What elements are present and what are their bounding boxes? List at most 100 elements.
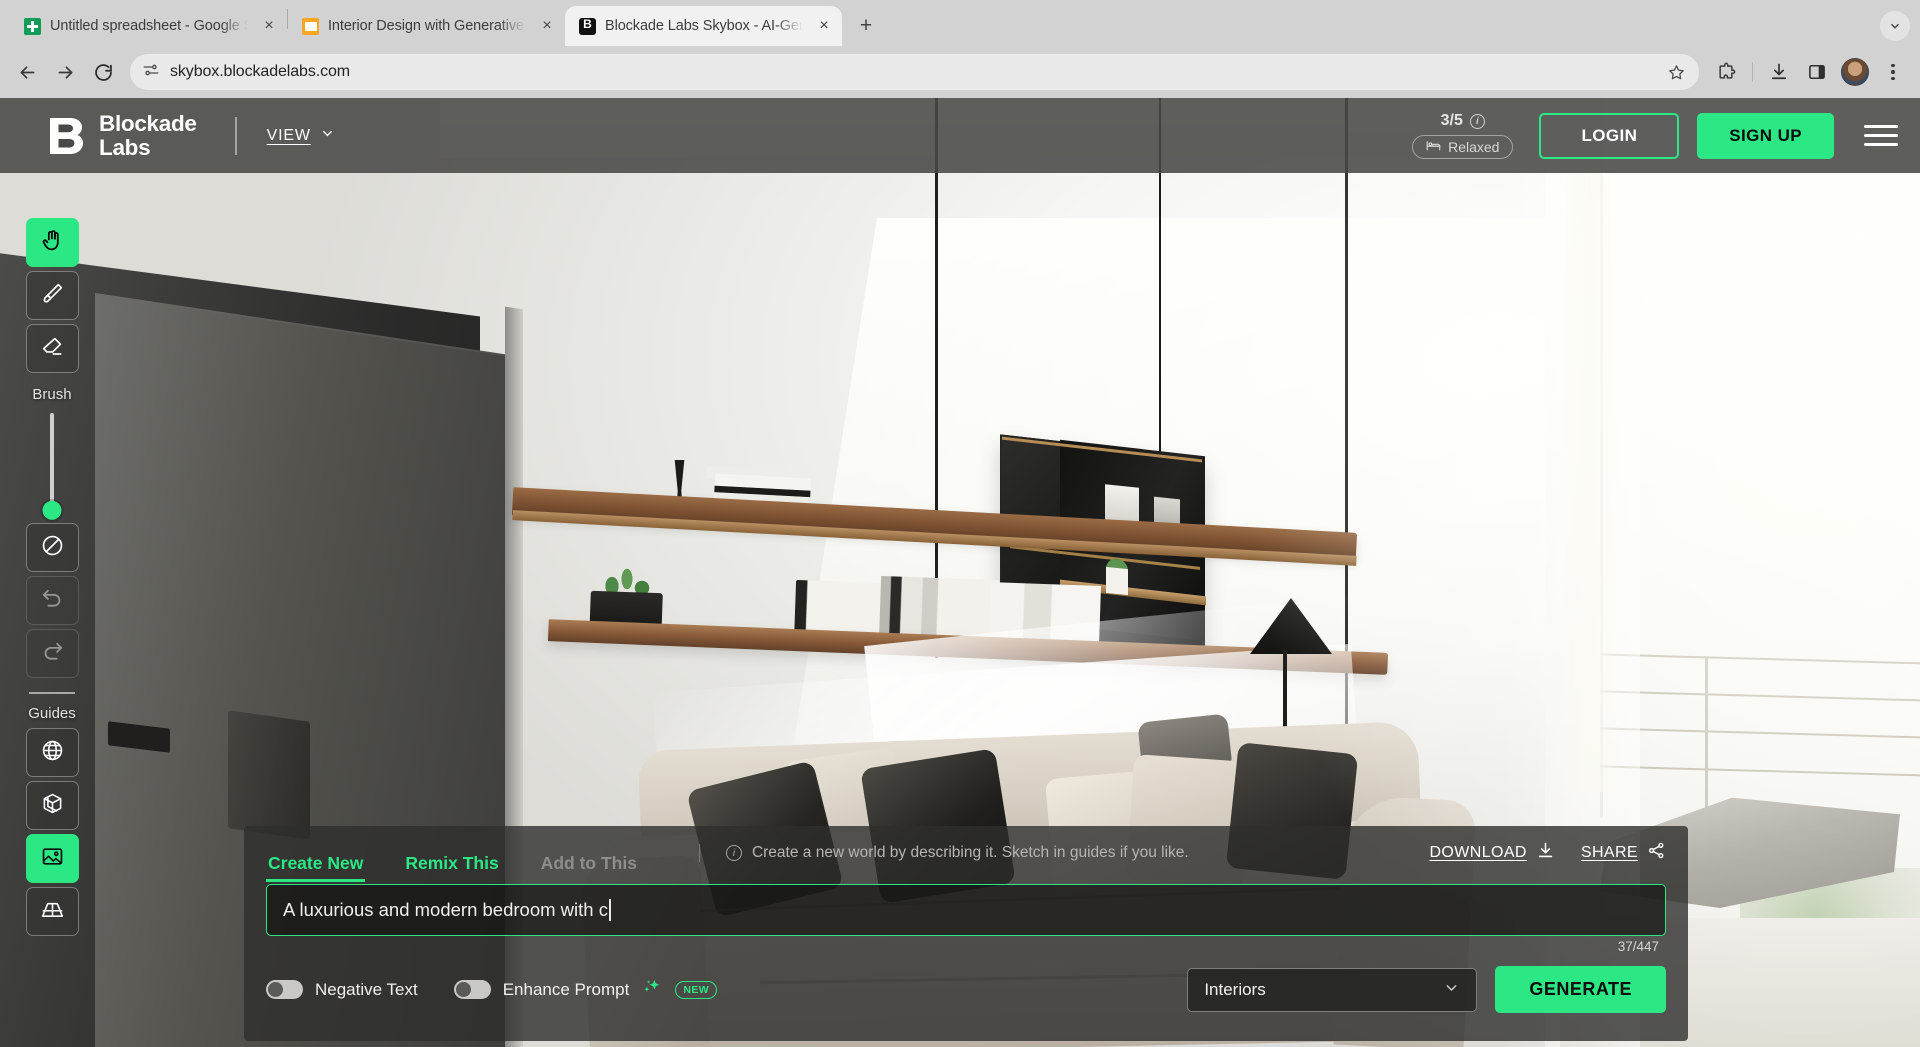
prompt-mode-tabs: Create New Remix This Add to This i Crea… bbox=[266, 826, 1666, 884]
tab-title: Interior Design with Generative AI bbox=[328, 18, 526, 34]
close-icon[interactable]: × bbox=[535, 14, 559, 38]
toggle-switch[interactable] bbox=[266, 980, 303, 999]
downloads-icon[interactable] bbox=[1762, 55, 1796, 89]
guide-cube[interactable] bbox=[26, 781, 79, 830]
view-menu-label: VIEW bbox=[267, 127, 311, 145]
guide-horizon[interactable] bbox=[26, 887, 79, 936]
brand-logo[interactable]: Blockade Labs bbox=[48, 112, 197, 159]
undo-button[interactable] bbox=[26, 576, 79, 625]
chevron-down-icon[interactable] bbox=[1880, 11, 1910, 41]
url-text[interactable]: skybox.blockadelabs.com bbox=[170, 63, 1651, 81]
site-settings-icon[interactable] bbox=[142, 61, 160, 84]
hamburger-menu-icon[interactable] bbox=[1864, 125, 1898, 146]
browser-tab-3[interactable]: Blockade Labs Skybox - AI-Generated 360 … bbox=[565, 6, 842, 46]
profile-avatar[interactable] bbox=[1841, 58, 1869, 86]
eraser-tool[interactable] bbox=[26, 324, 79, 373]
negative-text-toggle[interactable]: Negative Text bbox=[266, 980, 418, 1000]
text-caret bbox=[609, 899, 611, 921]
back-button[interactable] bbox=[10, 55, 44, 89]
slider-handle[interactable] bbox=[43, 501, 62, 520]
tool-rail: Brush Guides bbox=[24, 218, 80, 940]
brush-tool[interactable] bbox=[26, 271, 79, 320]
guide-image[interactable] bbox=[26, 834, 79, 883]
prompt-options-row: Negative Text Enhance Prompt NEW bbox=[266, 966, 1666, 1013]
app-header: Blockade Labs VIEW 3/5 i bbox=[0, 98, 1920, 173]
toolbar-divider bbox=[1752, 62, 1753, 82]
browser-tab-2[interactable]: Interior Design with Generative AI × bbox=[288, 6, 565, 46]
style-select[interactable]: Interiors bbox=[1187, 968, 1477, 1012]
guides-label: Guides bbox=[28, 705, 76, 722]
prompt-hint-text: Create a new world by describing it. Ske… bbox=[752, 844, 1189, 862]
character-counter: 37/447 bbox=[1618, 939, 1659, 954]
pan-hand-tool[interactable] bbox=[26, 218, 79, 267]
blockade-labs-logo-icon bbox=[48, 116, 86, 156]
generate-button[interactable]: GENERATE bbox=[1495, 966, 1666, 1013]
credits-value: 3/5 bbox=[1441, 112, 1463, 130]
star-icon[interactable] bbox=[1661, 57, 1691, 87]
info-icon[interactable]: i bbox=[1470, 114, 1485, 129]
login-button[interactable]: LOGIN bbox=[1539, 113, 1679, 159]
tab-remix-this[interactable]: Remix This bbox=[403, 853, 500, 884]
hand-icon bbox=[40, 228, 65, 258]
prompt-panel: Create New Remix This Add to This i Crea… bbox=[244, 826, 1688, 1041]
tabstrip-right bbox=[1880, 11, 1920, 46]
clear-tool[interactable] bbox=[26, 523, 79, 572]
new-badge: NEW bbox=[675, 981, 717, 999]
tab-add-to-this[interactable]: Add to This bbox=[539, 853, 639, 884]
sparkle-icon bbox=[641, 976, 663, 1003]
panel-actions: DOWNLOAD SHARE bbox=[1429, 841, 1666, 865]
rail-divider bbox=[29, 692, 75, 694]
side-panel-icon[interactable] bbox=[1800, 55, 1834, 89]
download-label: DOWNLOAD bbox=[1429, 844, 1526, 862]
share-icon bbox=[1647, 841, 1666, 865]
brand-name: Blockade Labs bbox=[99, 112, 197, 159]
bed-icon bbox=[1426, 139, 1441, 155]
close-icon[interactable]: × bbox=[812, 14, 836, 38]
header-actions: 3/5 i Relaxed LOGIN SIGN UP bbox=[1412, 112, 1898, 159]
credits-block: 3/5 i Relaxed bbox=[1412, 112, 1513, 159]
undo-icon bbox=[40, 586, 65, 616]
extensions-icon[interactable] bbox=[1709, 55, 1743, 89]
browser-tab-strip: Untitled spreadsheet - Google Sheets × I… bbox=[0, 0, 1920, 46]
share-button[interactable]: SHARE bbox=[1581, 841, 1666, 865]
forward-button[interactable] bbox=[48, 55, 82, 89]
chrome-menu-icon[interactable] bbox=[1876, 55, 1910, 89]
tab-title: Blockade Labs Skybox - AI-Generated 360 bbox=[605, 18, 803, 34]
circle-slash-icon bbox=[40, 533, 65, 563]
negative-text-label: Negative Text bbox=[315, 980, 418, 1000]
share-label: SHARE bbox=[1581, 844, 1638, 862]
view-menu-button[interactable]: VIEW bbox=[267, 126, 335, 146]
enhance-prompt-toggle[interactable]: Enhance Prompt NEW bbox=[454, 976, 717, 1003]
queue-mode-badge[interactable]: Relaxed bbox=[1412, 135, 1513, 159]
header-divider bbox=[235, 117, 237, 155]
credits-counter: 3/5 i bbox=[1441, 112, 1485, 130]
chevron-down-icon bbox=[320, 126, 335, 146]
new-tab-button[interactable]: + bbox=[850, 10, 882, 42]
guide-sphere[interactable] bbox=[26, 728, 79, 777]
toggle-switch[interactable] bbox=[454, 980, 491, 999]
brush-size-slider[interactable] bbox=[50, 413, 54, 513]
info-icon: i bbox=[726, 845, 742, 861]
signup-button[interactable]: SIGN UP bbox=[1697, 113, 1834, 159]
prompt-input[interactable]: A luxurious and modern bedroom with c 37… bbox=[266, 884, 1666, 936]
browser-tab-1[interactable]: Untitled spreadsheet - Google Sheets × bbox=[10, 6, 287, 46]
tab-create-new[interactable]: Create New bbox=[266, 853, 365, 884]
paintbrush-icon bbox=[40, 281, 65, 311]
chevron-down-icon bbox=[1443, 979, 1460, 1001]
reload-button[interactable] bbox=[86, 55, 120, 89]
sheets-icon bbox=[24, 18, 41, 35]
eraser-icon bbox=[40, 334, 65, 364]
globe-icon bbox=[40, 738, 65, 768]
browser-toolbar: skybox.blockadelabs.com bbox=[0, 46, 1920, 98]
generic-page-icon bbox=[302, 18, 319, 35]
prompt-input-value: A luxurious and modern bedroom with c bbox=[283, 899, 608, 921]
skybox-viewport[interactable]: Blockade Labs VIEW 3/5 i bbox=[0, 98, 1920, 1047]
brand-line-2: Labs bbox=[99, 135, 150, 160]
close-icon[interactable]: × bbox=[257, 14, 281, 38]
cube-icon bbox=[40, 791, 65, 821]
redo-button[interactable] bbox=[26, 629, 79, 678]
download-icon bbox=[1536, 841, 1555, 865]
download-button[interactable]: DOWNLOAD bbox=[1429, 841, 1554, 865]
perspective-grid-icon bbox=[40, 897, 65, 927]
address-bar[interactable]: skybox.blockadelabs.com bbox=[130, 54, 1699, 90]
